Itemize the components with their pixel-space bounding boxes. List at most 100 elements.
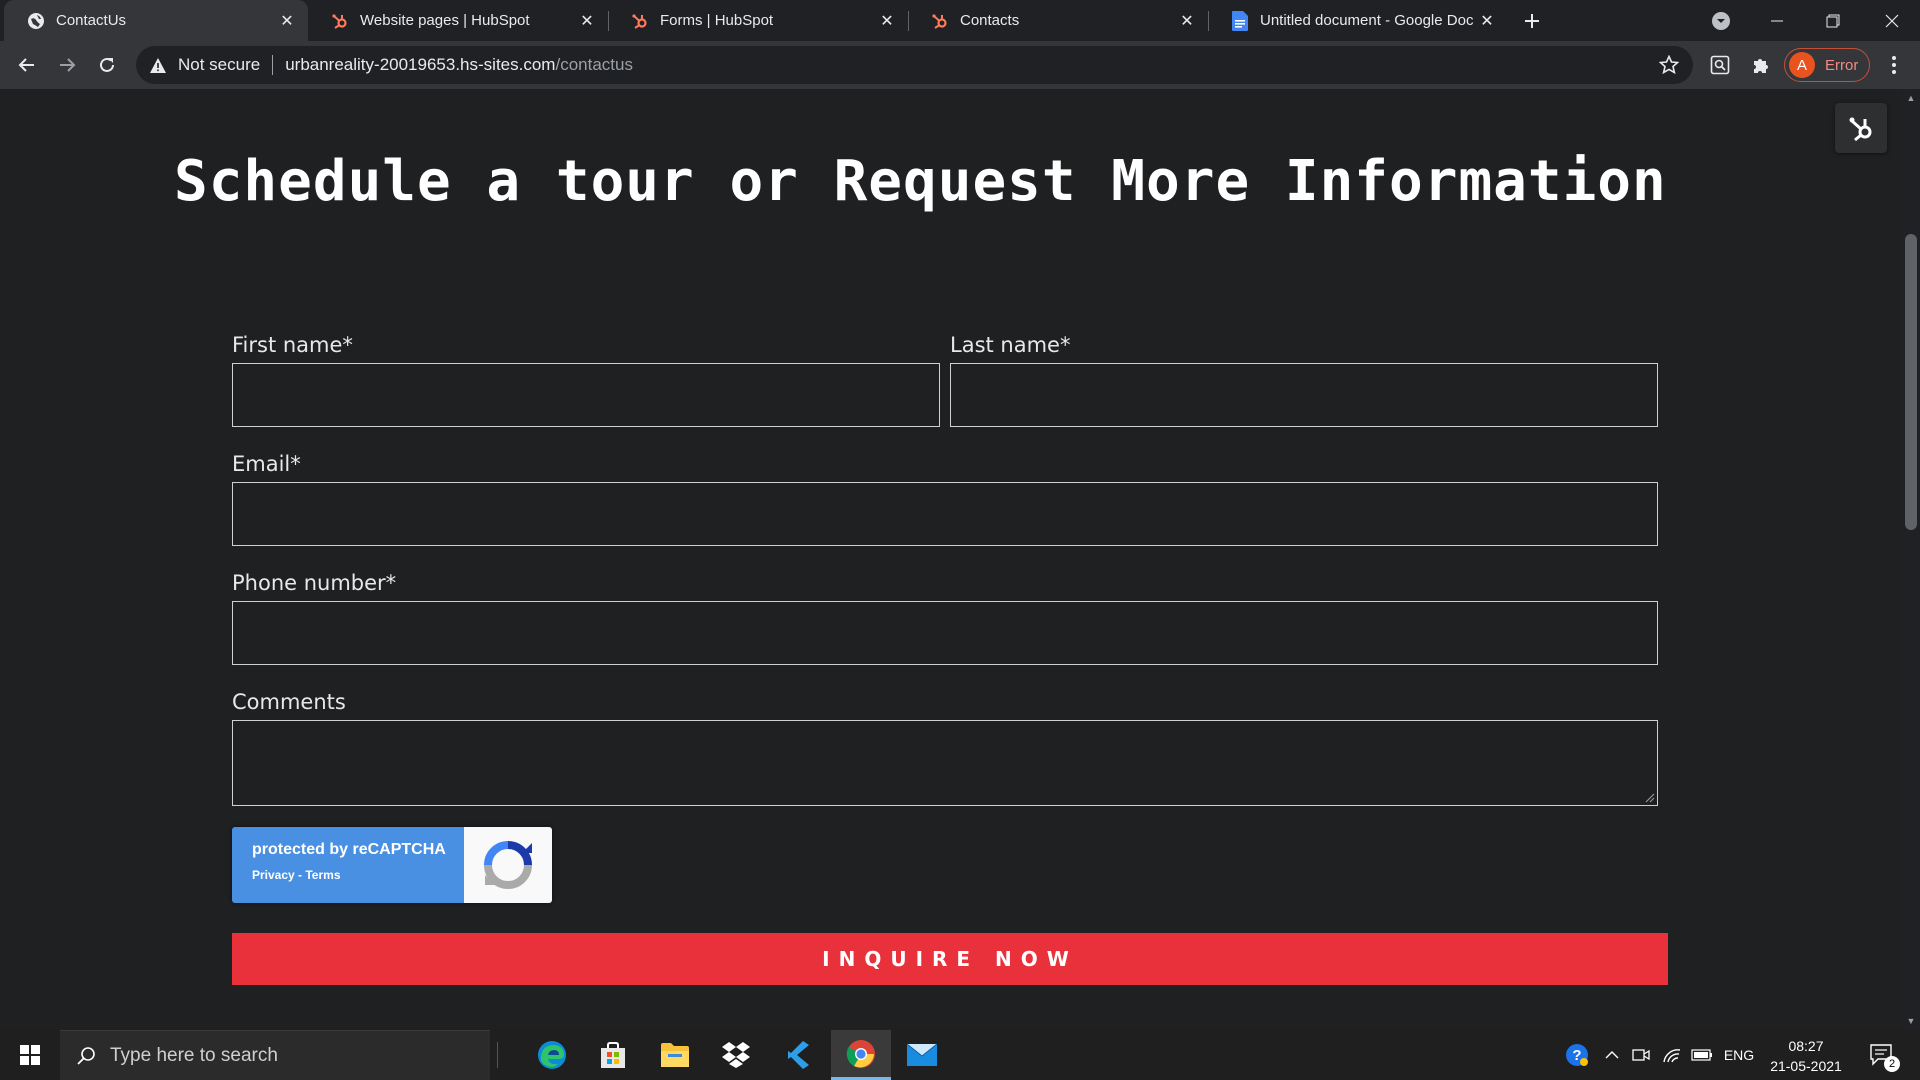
windows-logo-icon (20, 1045, 40, 1065)
puzzle-icon (1754, 59, 1768, 73)
hubspot-icon (330, 11, 350, 31)
chrome-taskbar-button[interactable] (831, 1030, 891, 1080)
last-name-input[interactable] (951, 364, 1657, 426)
phone-field[interactable] (232, 601, 1658, 665)
edge-taskbar-button[interactable] (522, 1030, 582, 1080)
close-tab-icon[interactable]: ✕ (876, 10, 898, 32)
new-tab-button[interactable] (1518, 9, 1546, 33)
comments-field[interactable] (232, 720, 1658, 806)
taskbar-search-box[interactable]: Type here to search (60, 1030, 490, 1080)
profile-status: Error (1825, 56, 1859, 74)
lens-extension-button[interactable] (1704, 49, 1736, 81)
tab-title: Website pages | HubSpot (360, 12, 530, 29)
forward-button[interactable] (51, 49, 83, 81)
email-input[interactable] (233, 483, 1657, 545)
address-bar[interactable]: Not secure urbanreality-20019653.hs-site… (136, 46, 1693, 84)
chrome-menu-button[interactable] (1878, 49, 1910, 81)
tab-title: Contacts (960, 12, 1020, 29)
close-tab-icon[interactable]: ✕ (576, 10, 598, 32)
tab-title: Forms | HubSpot (660, 12, 774, 29)
comments-textarea[interactable] (233, 721, 1657, 805)
notification-count-badge: 2 (1884, 1056, 1900, 1072)
tab-website-pages[interactable]: Website pages | HubSpot ✕ (308, 0, 608, 41)
dropbox-taskbar-button[interactable] (706, 1030, 766, 1080)
battery-tray-button[interactable] (1688, 1030, 1716, 1080)
hubspot-sprocket-icon (1849, 117, 1872, 142)
vscode-taskbar-button[interactable] (768, 1030, 828, 1080)
phone-label: Phone number* (232, 571, 397, 595)
search-icon (76, 1046, 96, 1066)
last-name-field[interactable] (950, 363, 1658, 427)
close-tab-icon[interactable]: ✕ (1176, 10, 1198, 32)
restore-button[interactable] (1805, 0, 1861, 41)
camera-icon (1632, 1049, 1650, 1061)
warning-icon (150, 57, 168, 73)
phone-input[interactable] (233, 602, 1657, 664)
help-icon: ? (1566, 1044, 1588, 1066)
recaptcha-badge[interactable]: protected by reCAPTCHA Privacy - Terms (232, 827, 552, 903)
tab-forms[interactable]: Forms | HubSpot ✕ (608, 0, 908, 41)
chrome-icon (846, 1039, 875, 1068)
hubspot-icon (930, 11, 950, 31)
first-name-label: First name* (232, 333, 353, 357)
tab-contacts[interactable]: Contacts ✕ (908, 0, 1208, 41)
start-button[interactable] (0, 1030, 60, 1080)
url-domain: urbanreality-20019653.hs-sites.com (285, 55, 556, 74)
scroll-up-arrow-icon[interactable]: ▲ (1906, 93, 1916, 103)
recaptcha-logo (464, 827, 552, 903)
show-hidden-icons-button[interactable] (1600, 1030, 1624, 1080)
email-label: Email* (232, 452, 301, 476)
first-name-input[interactable] (233, 364, 939, 426)
tab-contactus[interactable]: ContactUs ✕ (4, 0, 308, 41)
plus-icon (1525, 14, 1539, 28)
file-explorer-taskbar-button[interactable] (645, 1030, 705, 1080)
minimize-button[interactable] (1749, 0, 1805, 41)
meet-now-tray-button[interactable] (1628, 1030, 1654, 1080)
mail-icon (906, 1043, 938, 1066)
arrow-right-icon (60, 58, 76, 72)
back-button[interactable] (11, 49, 43, 81)
comments-label: Comments (232, 690, 346, 714)
scroll-down-arrow-icon[interactable]: ▼ (1906, 1016, 1916, 1026)
help-tray-button[interactable]: ? (1562, 1030, 1592, 1080)
page-scrollbar[interactable]: ▲ ▼ (1902, 89, 1920, 1030)
close-tab-icon[interactable]: ✕ (1476, 10, 1498, 32)
search-page-icon (1710, 55, 1730, 75)
taskbar-clock[interactable]: 08:27 21-05-2021 (1764, 1036, 1848, 1076)
first-name-field[interactable] (232, 363, 940, 427)
screen: ContactUs ✕ Website pages | HubSpot ✕ Fo… (0, 0, 1920, 1080)
tab-google-doc[interactable]: Untitled document - Google Doc ✕ (1208, 0, 1508, 41)
tab-search-button[interactable] (1693, 0, 1749, 41)
google-docs-icon (1230, 10, 1250, 31)
hubspot-sprocket-button[interactable] (1835, 103, 1887, 153)
network-tray-button[interactable] (1658, 1030, 1686, 1080)
notifications-button[interactable]: 2 (1862, 1030, 1902, 1080)
resize-grip-icon[interactable] (1645, 793, 1655, 803)
windows-taskbar: Type here to search ? ENG 08:27 21-05-20… (0, 1030, 1920, 1080)
store-taskbar-button[interactable] (583, 1030, 643, 1080)
url-path: /contactus (555, 55, 633, 74)
clock-time: 08:27 (1788, 1038, 1824, 1054)
scrollbar-thumb[interactable] (1905, 234, 1917, 530)
chevron-down-circle-icon (1712, 11, 1730, 30)
taskbar-divider (497, 1042, 498, 1068)
security-label[interactable]: Not secure (178, 55, 260, 75)
dropbox-icon (722, 1042, 750, 1068)
mail-taskbar-button[interactable] (892, 1030, 952, 1080)
url-text[interactable]: urbanreality-20019653.hs-sites.com/conta… (285, 55, 633, 75)
recaptcha-icon (484, 841, 532, 889)
browser-tabstrip: ContactUs ✕ Website pages | HubSpot ✕ Fo… (0, 0, 1920, 41)
close-tab-icon[interactable]: ✕ (276, 10, 298, 32)
close-window-button[interactable] (1864, 0, 1920, 41)
page-title: Schedule a tour or Request More Informat… (174, 149, 1667, 214)
avatar: A (1789, 52, 1815, 78)
reload-button[interactable] (91, 49, 123, 81)
extensions-button[interactable] (1745, 49, 1777, 81)
wifi-icon (1663, 1049, 1681, 1063)
bookmark-star-icon[interactable] (1658, 54, 1680, 80)
recaptcha-links[interactable]: Privacy - Terms (252, 868, 464, 882)
email-field[interactable] (232, 482, 1658, 546)
language-indicator[interactable]: ENG (1718, 1030, 1760, 1080)
profile-button[interactable]: A Error (1784, 48, 1870, 82)
inquire-now-button[interactable]: INQUIRE NOW (232, 933, 1668, 985)
